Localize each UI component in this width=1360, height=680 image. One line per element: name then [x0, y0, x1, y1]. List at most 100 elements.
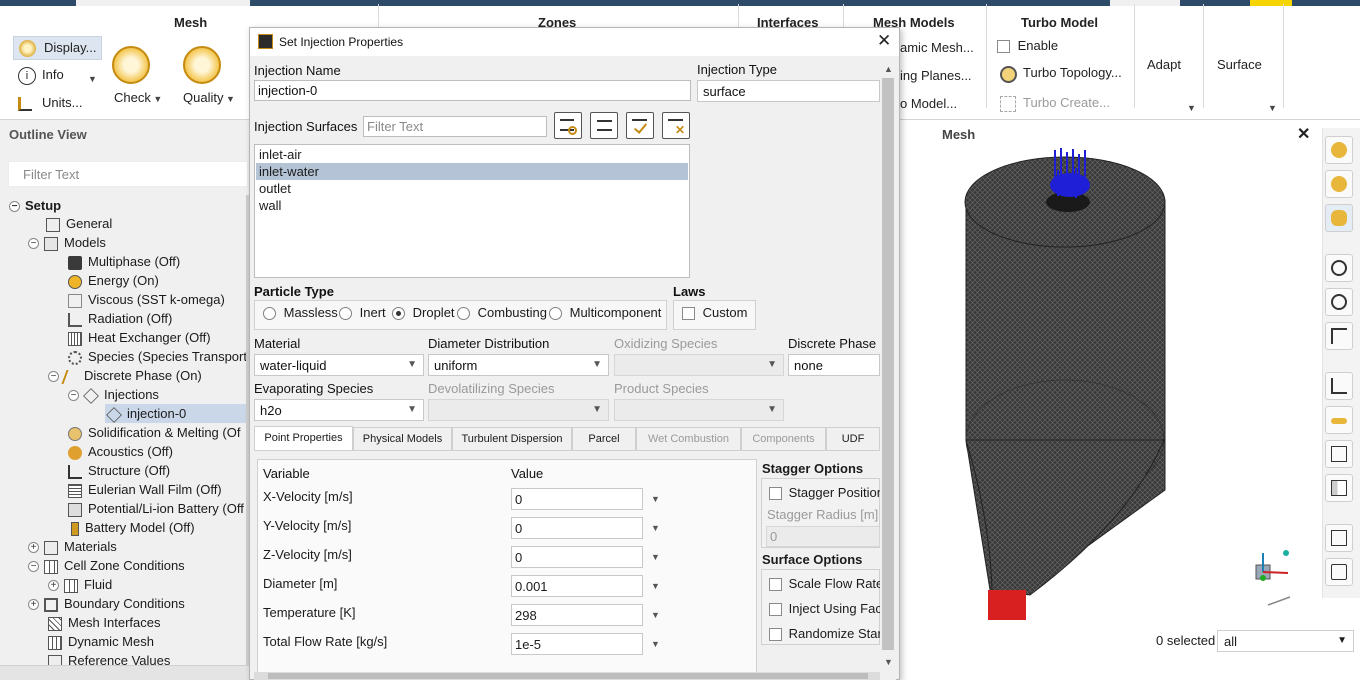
tree-item-radiation[interactable]: Radiation (Off)	[68, 309, 172, 328]
material-select[interactable]: water-liquid ▼	[254, 354, 424, 376]
tab-physical-models[interactable]: Physical Models	[353, 427, 452, 450]
diameter-distribution-select[interactable]: uniform ▼	[428, 354, 609, 376]
snapshot-button[interactable]	[1325, 558, 1353, 586]
info-dropdown-arrow[interactable]: ▼	[88, 74, 97, 84]
radio-button-checked[interactable]	[392, 307, 405, 321]
radio-button[interactable]	[263, 307, 276, 321]
y-velocity-input[interactable]: 0	[511, 517, 643, 539]
tree-item-general[interactable]: General	[46, 214, 112, 233]
turbo-create-button[interactable]: Turbo Create...	[1000, 95, 1110, 112]
diameter-input[interactable]: 0.001	[511, 575, 643, 597]
scroll-up-icon[interactable]: ▲	[884, 64, 893, 74]
tree-item-injection-0[interactable]: injection-0	[106, 404, 186, 423]
surface-dropdown-icon[interactable]: ▼	[1268, 103, 1277, 113]
dynamic-mesh-button[interactable]: amic Mesh...	[900, 40, 974, 55]
surfaces-filter-input[interactable]: Filter Text	[363, 116, 547, 137]
evaporating-species-select[interactable]: h2o ▼	[254, 399, 424, 421]
laws-custom-checkbox[interactable]: Custom	[682, 305, 747, 321]
checkbox[interactable]	[769, 628, 782, 642]
discrete-phase-domain-select[interactable]: none	[788, 354, 880, 376]
tree-item-battery[interactable]: Potential/Li-ion Battery (Off	[68, 499, 244, 518]
particle-droplet-radio[interactable]: Droplet	[392, 305, 455, 321]
surface-list-item[interactable]: outlet	[256, 180, 688, 197]
particle-combusting-radio[interactable]: Combusting	[457, 305, 547, 321]
z-velocity-dropdown-icon[interactable]: ▼	[651, 552, 660, 562]
scroll-down-icon[interactable]: ▼	[884, 657, 893, 667]
view-fit-button[interactable]	[1325, 136, 1353, 164]
view-half-button[interactable]	[1325, 170, 1353, 198]
surface-button[interactable]: Surface	[1217, 57, 1262, 72]
tree-item-fluid[interactable]: + Fluid	[48, 575, 112, 594]
y-velocity-dropdown-icon[interactable]: ▼	[651, 523, 660, 533]
tab-wet-combustion[interactable]: Wet Combustion	[636, 427, 741, 450]
checkbox[interactable]	[769, 487, 782, 501]
tree-item-mesh-interfaces[interactable]: Mesh Interfaces	[48, 613, 161, 632]
adapt-dropdown-icon[interactable]: ▼	[1187, 103, 1196, 113]
x-velocity-input[interactable]: 0	[511, 488, 643, 510]
match-surfaces-button[interactable]	[554, 112, 582, 139]
injection-type-select[interactable]: surface	[697, 80, 880, 102]
turbo-enable-checkbox[interactable]: Enable	[997, 38, 1058, 54]
tree-item-solidification[interactable]: Solidification & Melting (Of	[68, 423, 240, 442]
randomize-start-checkbox[interactable]: Randomize Star	[769, 626, 882, 642]
mixing-planes-button[interactable]: ing Planes...	[900, 68, 972, 83]
checkbox[interactable]	[769, 578, 782, 592]
tab-udf[interactable]: UDF	[826, 427, 880, 450]
total-flow-rate-input[interactable]: 1e-5	[511, 633, 643, 655]
outline-filter-input[interactable]: Filter Text	[8, 161, 248, 187]
tree-item-battery-model[interactable]: Battery Model (Off)	[68, 518, 195, 537]
devolatilizing-species-select[interactable]: ▼	[428, 399, 609, 421]
probe-button[interactable]	[1325, 406, 1353, 434]
collapse-icon[interactable]: −	[28, 561, 39, 573]
graphics-close-icon[interactable]: ✕	[1297, 124, 1310, 144]
radio-button[interactable]	[549, 307, 562, 321]
particle-massless-radio[interactable]: Massless	[263, 305, 338, 321]
total-flow-rate-dropdown-icon[interactable]: ▼	[651, 639, 660, 649]
diameter-dropdown-icon[interactable]: ▼	[651, 581, 660, 591]
units-button[interactable]: Units...	[18, 95, 82, 115]
tree-item-structure[interactable]: Structure (Off)	[68, 461, 170, 480]
select-all-surfaces-button[interactable]	[626, 112, 654, 139]
checkbox[interactable]	[769, 603, 782, 617]
radio-button[interactable]	[339, 307, 352, 321]
adapt-button[interactable]: Adapt	[1147, 57, 1181, 72]
tree-item-multiphase[interactable]: Multiphase (Off)	[68, 252, 180, 271]
dialog-close-icon[interactable]: ✕	[877, 31, 891, 51]
display-button[interactable]: Display...	[13, 36, 102, 60]
expand-icon[interactable]: +	[28, 599, 39, 611]
tree-item-eulerian-wall-film[interactable]: Eulerian Wall Film (Off)	[68, 480, 222, 499]
view-mesh-button[interactable]	[1325, 204, 1353, 232]
tree-item-cell-zone[interactable]: − Cell Zone Conditions	[28, 556, 185, 575]
particle-multicomponent-radio[interactable]: Multicomponent	[549, 305, 661, 321]
tree-item-injections[interactable]: − Injections	[68, 385, 159, 404]
collapse-icon[interactable]: −	[48, 371, 59, 383]
turbo-model-button[interactable]: o Model...	[900, 96, 957, 111]
expand-icon[interactable]: +	[28, 542, 39, 554]
tab-point-properties[interactable]: Point Properties	[254, 426, 353, 451]
list-surfaces-button[interactable]	[590, 112, 618, 139]
deselect-surfaces-button[interactable]: ✕	[662, 112, 690, 139]
dialog-scroll-thumb[interactable]	[882, 78, 894, 650]
undo-view-button[interactable]	[1325, 322, 1353, 350]
collapse-icon[interactable]: −	[9, 201, 20, 213]
tree-item-heat-exchanger[interactable]: Heat Exchanger (Off)	[68, 328, 211, 347]
layout-button[interactable]	[1325, 474, 1353, 502]
tree-item-energy[interactable]: Energy (On)	[68, 271, 159, 290]
outline-horizontal-scrollbar[interactable]	[0, 665, 250, 680]
inject-using-face-checkbox[interactable]: Inject Using Face	[769, 601, 889, 617]
enable-checkbox-box[interactable]	[997, 40, 1010, 54]
injection-name-input[interactable]: injection-0	[254, 80, 691, 101]
surface-list-item-selected[interactable]: inlet-water	[256, 163, 688, 180]
checkbox[interactable]	[682, 307, 695, 321]
tab-parcel[interactable]: Parcel	[572, 427, 636, 450]
check-button[interactable]: Check ▼	[114, 90, 162, 105]
tree-item-boundary-conditions[interactable]: + Boundary Conditions	[28, 594, 185, 613]
tree-item-discrete-phase[interactable]: − Discrete Phase (On)	[48, 366, 202, 385]
radio-button[interactable]	[457, 307, 470, 321]
hide-button[interactable]	[1325, 288, 1353, 316]
tree-item-models[interactable]: − Models	[28, 233, 106, 252]
temperature-dropdown-icon[interactable]: ▼	[651, 610, 660, 620]
x-velocity-dropdown-icon[interactable]: ▼	[651, 494, 660, 504]
selection-filter-select[interactable]: all ▼	[1217, 630, 1354, 652]
quality-button[interactable]: Quality ▼	[183, 90, 235, 105]
